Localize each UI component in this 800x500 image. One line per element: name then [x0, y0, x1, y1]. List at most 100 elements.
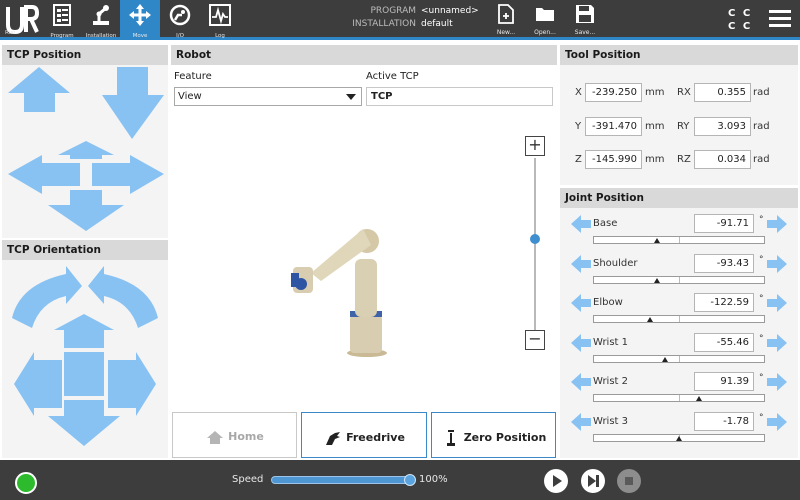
joint-slider[interactable]	[593, 236, 765, 244]
home-button[interactable]: Home	[172, 412, 297, 458]
joint-slider-marker	[653, 238, 660, 243]
z-unit: mm	[645, 154, 665, 165]
joint-decrease-arrow-icon[interactable]	[570, 214, 592, 234]
zoom-slider-track[interactable]	[534, 158, 536, 330]
stop-button[interactable]	[617, 469, 641, 493]
open-button[interactable]: Open...	[525, 0, 565, 40]
rz-value-field[interactable]: 0.034	[694, 150, 751, 169]
joint-decrease-arrow-icon[interactable]	[570, 333, 592, 353]
play-button[interactable]	[544, 469, 568, 493]
move-left-arrow[interactable]	[8, 155, 80, 194]
tilt-forward-arrow[interactable]	[54, 314, 114, 348]
rotate-ccw-arrow[interactable]	[12, 266, 82, 328]
save-button[interactable]: Save...	[565, 0, 605, 40]
nav-move[interactable]: Move	[120, 0, 160, 40]
joint-decrease-arrow-icon[interactable]	[570, 254, 592, 274]
joint-decrease-arrow-icon[interactable]	[570, 293, 592, 313]
joint-value-field[interactable]: -55.46	[694, 332, 754, 352]
feature-select[interactable]: View	[174, 87, 362, 106]
nav-installation[interactable]: Installation	[81, 0, 121, 40]
speed-slider-handle[interactable]	[404, 474, 416, 486]
bottom-bar: Speed 100%	[0, 460, 800, 500]
joint-slider-marker	[653, 277, 660, 283]
zoom-slider-handle[interactable]	[530, 234, 540, 244]
move-up-arrow[interactable]	[8, 67, 70, 112]
tilt-left-arrow[interactable]	[14, 352, 62, 416]
y-unit: mm	[645, 121, 665, 132]
joint-slider[interactable]	[593, 275, 765, 284]
joint-slider[interactable]	[593, 433, 765, 442]
move-right-arrow[interactable]	[92, 155, 164, 194]
nav-program[interactable]: Program	[42, 0, 82, 40]
zero-position-icon	[446, 430, 455, 446]
joint-unit: °	[759, 254, 764, 265]
x-label: X	[575, 87, 582, 98]
joint-name: Elbow	[593, 297, 623, 308]
tilt-right-arrow[interactable]	[108, 352, 156, 416]
zero-position-button[interactable]: Zero Position	[431, 412, 556, 458]
joint-slider-midline	[679, 316, 680, 322]
rotate-cw-arrow[interactable]	[88, 266, 158, 328]
joint-position-panel: Joint Position Base -91.71 ° Shoulder -93.43…	[560, 188, 798, 458]
chevron-down-icon	[346, 94, 356, 100]
robot-3d-view[interactable]	[271, 215, 431, 365]
joint-increase-arrow-icon[interactable]	[766, 333, 788, 353]
rz-label: RZ	[677, 154, 691, 165]
nav-program-label: Program	[50, 33, 74, 39]
nav-log[interactable]: Log	[200, 0, 240, 40]
rx-value-field[interactable]: 0.355	[694, 83, 751, 102]
joint-row: Wrist 3 -1.78 °	[560, 408, 798, 448]
joint-value-field[interactable]: -122.59	[694, 293, 754, 312]
joint-slider[interactable]	[593, 315, 765, 323]
x-value-field[interactable]: -239.250	[585, 83, 642, 102]
speed-label: Speed	[232, 474, 264, 485]
cc-indicator: C C C C	[728, 7, 752, 33]
joint-slider-marker	[696, 396, 703, 401]
home-button-label: Home	[228, 430, 264, 443]
joint-increase-arrow-icon[interactable]	[766, 372, 788, 392]
move-down-arrow[interactable]	[102, 67, 164, 139]
home-icon	[207, 431, 224, 444]
move-icon	[129, 4, 151, 26]
joint-name: Wrist 3	[593, 415, 628, 427]
speed-slider-track[interactable]	[271, 476, 411, 484]
joint-slider-marker	[647, 317, 654, 322]
joint-unit: °	[759, 373, 764, 383]
joint-unit: °	[759, 412, 764, 423]
y-value-field[interactable]: -391.470	[585, 117, 642, 136]
cc-line-1: C C	[728, 8, 753, 19]
nav-io[interactable]: I/O	[160, 0, 200, 40]
joint-name: Wrist 2	[593, 376, 628, 387]
y-label: Y	[575, 121, 582, 132]
joint-increase-arrow-icon[interactable]	[766, 254, 788, 274]
joint-slider[interactable]	[593, 394, 765, 402]
joint-value-field[interactable]: -1.78	[694, 411, 754, 431]
joint-value-field[interactable]: -91.71	[694, 214, 754, 233]
zoom-out-button[interactable]: −	[525, 330, 545, 350]
joint-increase-arrow-icon[interactable]	[766, 214, 788, 234]
joint-value-field[interactable]: 91.39	[694, 372, 754, 391]
zoom-in-button[interactable]: +	[525, 136, 545, 156]
joint-name: Shoulder	[593, 257, 638, 269]
joint-row: Base -91.71 °	[560, 210, 798, 250]
ry-value-field[interactable]: 3.093	[694, 117, 751, 136]
freedrive-button[interactable]: Freedrive	[301, 412, 427, 458]
move-forward-arrow[interactable]	[58, 141, 114, 159]
joint-position-title: Joint Position	[560, 188, 798, 208]
joint-decrease-arrow-icon[interactable]	[570, 412, 592, 432]
robot-status-indicator[interactable]	[15, 472, 37, 494]
menu-icon[interactable]	[769, 10, 791, 28]
joint-increase-arrow-icon[interactable]	[766, 293, 788, 313]
joint-slider[interactable]	[593, 354, 765, 363]
joint-decrease-arrow-icon[interactable]	[570, 372, 592, 392]
new-button[interactable]: New...	[486, 0, 526, 40]
move-backward-arrow[interactable]	[48, 190, 124, 231]
step-button[interactable]	[581, 469, 605, 493]
z-value-field[interactable]: -145.990	[585, 150, 642, 169]
joint-value-field[interactable]: -93.43	[694, 253, 754, 273]
robot-panel: Robot Feature Active TCP View TCP + − Ho…	[171, 45, 557, 460]
joint-slider-marker	[676, 435, 682, 441]
joint-increase-arrow-icon[interactable]	[766, 412, 788, 432]
tool-position-panel: Tool Position X -239.250 mm RX 0.355 rad…	[560, 45, 798, 185]
new-button-label: New...	[496, 29, 516, 36]
